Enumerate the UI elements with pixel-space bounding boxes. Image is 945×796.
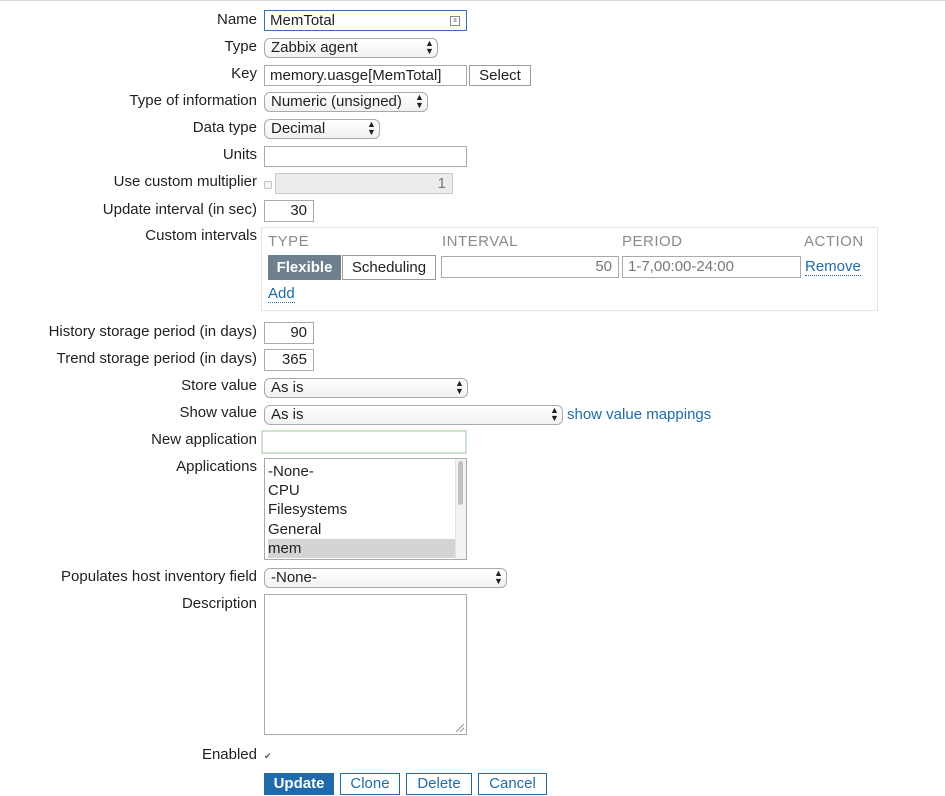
multiplier-value: 1 xyxy=(437,175,446,192)
applications-scroll-thumb[interactable] xyxy=(458,461,463,505)
data-type-select[interactable]: Decimal ▲ ▼ xyxy=(264,119,380,139)
update-interval-value: 30 xyxy=(290,202,307,219)
key-value: memory.uasge[MemTotal] xyxy=(270,67,442,84)
select-arrows-icon: ▲ ▼ xyxy=(550,405,559,423)
populates-inventory-value: -None- xyxy=(271,569,317,586)
application-option-filesystems[interactable]: Filesystems xyxy=(268,500,455,519)
enabled-checkbox[interactable]: ✔ xyxy=(264,752,272,761)
application-option-general[interactable]: General xyxy=(268,520,455,539)
cancel-button[interactable]: Cancel xyxy=(478,773,547,795)
clone-button[interactable]: Clone xyxy=(340,773,400,795)
trend-storage-input[interactable]: 365 xyxy=(264,349,314,371)
populates-inventory-label: Populates host inventory field xyxy=(61,568,257,585)
key-select-button[interactable]: Select xyxy=(469,65,531,86)
custom-intervals-label: Custom intervals xyxy=(145,227,257,244)
data-type-label: Data type xyxy=(192,119,257,136)
store-value-label: Store value xyxy=(181,377,257,394)
resize-handle-icon[interactable] xyxy=(456,724,464,732)
name-input[interactable]: MemTotal ≡ xyxy=(264,10,467,31)
custom-intervals-header-action: ACTION xyxy=(804,233,864,250)
name-label: Name xyxy=(216,11,257,28)
store-value-value: As is xyxy=(271,379,304,396)
store-value-select[interactable]: As is ▲ ▼ xyxy=(264,378,468,398)
interval-input[interactable]: 50 xyxy=(441,256,619,278)
select-arrows-icon: ▲ ▼ xyxy=(455,378,464,396)
select-arrows-icon: ▲ ▼ xyxy=(494,568,503,586)
history-storage-label: History storage period (in days) xyxy=(48,323,257,340)
period-value: 1-7,00:00-24:00 xyxy=(628,258,734,275)
update-interval-label: Update interval (in sec) xyxy=(102,201,257,218)
units-label: Units xyxy=(222,146,257,163)
type-label: Type xyxy=(224,38,257,55)
remove-interval-link[interactable]: Remove xyxy=(805,258,861,276)
show-value-label: Show value xyxy=(179,404,257,421)
custom-intervals-header-interval: INTERVAL xyxy=(442,233,518,250)
type-of-information-label: Type of information xyxy=(129,92,257,109)
period-input[interactable]: 1-7,00:00-24:00 xyxy=(622,256,801,278)
use-custom-multiplier-label: Use custom multiplier xyxy=(113,173,257,190)
key-label: Key xyxy=(231,65,257,82)
select-arrows-icon: ▲ ▼ xyxy=(367,119,376,137)
description-label: Description xyxy=(181,595,257,612)
select-arrows-icon: ▲ ▼ xyxy=(425,38,434,56)
applications-listbox[interactable]: -None- CPU Filesystems General mem xyxy=(264,458,467,560)
interval-value: 50 xyxy=(595,258,612,275)
new-application-label: New application xyxy=(151,431,257,448)
trend-storage-label: Trend storage period (in days) xyxy=(56,350,257,367)
flexible-tab[interactable]: Flexible xyxy=(268,255,341,280)
custom-multiplier-checkbox[interactable] xyxy=(264,181,272,189)
show-value-select[interactable]: As is ▲ ▼ xyxy=(264,405,563,425)
update-button[interactable]: Update xyxy=(264,773,334,795)
enabled-label: Enabled xyxy=(201,746,257,763)
scheduling-tab[interactable]: Scheduling xyxy=(342,255,436,280)
application-option-none[interactable]: -None- xyxy=(268,462,455,481)
application-option-mem[interactable]: mem xyxy=(268,539,456,558)
autofill-icon: ≡ xyxy=(450,16,460,26)
show-value-mappings-link[interactable]: show value mappings xyxy=(567,406,711,423)
show-value-value: As is xyxy=(271,406,304,423)
select-arrows-icon: ▲ ▼ xyxy=(415,92,424,110)
custom-intervals-header-period: PERIOD xyxy=(622,233,683,250)
applications-label: Applications xyxy=(176,458,257,475)
type-of-information-value: Numeric (unsigned) xyxy=(271,93,402,110)
type-select[interactable]: Zabbix agent ▲ ▼ xyxy=(264,38,438,58)
multiplier-input: 1 xyxy=(275,173,453,194)
units-input[interactable] xyxy=(264,146,467,167)
name-value: MemTotal xyxy=(270,12,336,29)
update-interval-input[interactable]: 30 xyxy=(264,200,314,222)
add-interval-link[interactable]: Add xyxy=(268,285,295,303)
data-type-value: Decimal xyxy=(271,120,326,137)
description-textarea[interactable] xyxy=(264,594,467,735)
type-of-information-select[interactable]: Numeric (unsigned) ▲ ▼ xyxy=(264,92,428,112)
application-option-cpu[interactable]: CPU xyxy=(268,481,455,500)
key-input[interactable]: memory.uasge[MemTotal] xyxy=(264,65,467,86)
new-application-input[interactable] xyxy=(261,430,467,454)
trend-storage-value: 365 xyxy=(281,351,307,368)
history-storage-input[interactable]: 90 xyxy=(264,322,314,344)
custom-intervals-header-type: TYPE xyxy=(268,233,310,250)
populates-inventory-select[interactable]: -None- ▲ ▼ xyxy=(264,568,507,588)
applications-scrollbar[interactable] xyxy=(455,459,466,559)
top-divider xyxy=(0,0,945,1)
type-select-value: Zabbix agent xyxy=(271,39,358,56)
history-storage-value: 90 xyxy=(290,324,307,341)
delete-button[interactable]: Delete xyxy=(406,773,472,795)
